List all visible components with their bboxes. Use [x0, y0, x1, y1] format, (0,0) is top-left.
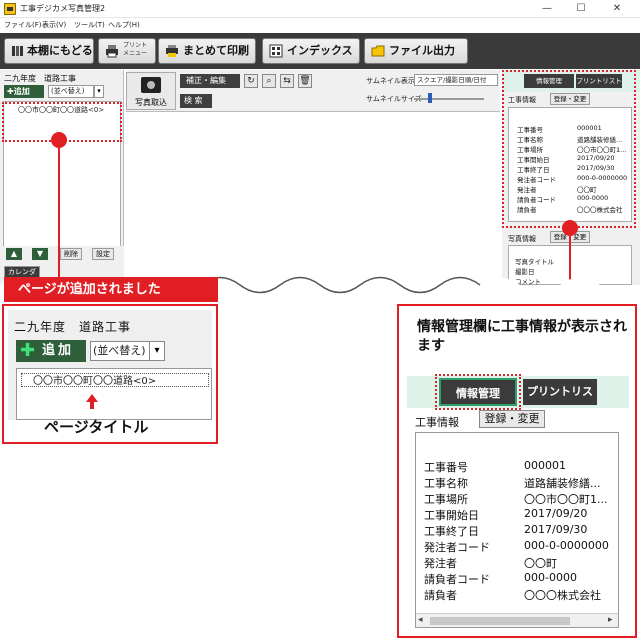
info-value: 〇〇町 [524, 557, 557, 570]
info-label: 発注者 [424, 557, 457, 570]
plus-icon: ✚ [20, 340, 36, 361]
page-title-caption: ページタイトル [44, 418, 149, 436]
info-label: 工事場所 [424, 493, 468, 506]
info-label: 工事終了日 [424, 525, 479, 538]
info-label: 工事番号 [424, 461, 468, 474]
info-label: 工事開始日 [424, 509, 479, 522]
info-value: 〇〇〇株式会社 [524, 589, 601, 602]
zoom-project-title: 二九年度 道路工事 [14, 320, 132, 334]
info-label: 発注者コード [424, 541, 490, 554]
chevron-down-icon[interactable]: ▾ [149, 341, 165, 361]
zoom-page-list[interactable]: 〇〇市〇〇町〇〇道路<0> [16, 368, 212, 420]
info-description: 情報管理欄に工事情報が表示されます [417, 319, 627, 354]
scroll-left-icon[interactable]: ◂ [418, 615, 423, 625]
info-value: 000-0-0000000 [524, 539, 609, 552]
zoom-register-change-button[interactable]: 登録・変更 [479, 410, 545, 428]
screenshot-root: 工事デジカメ写真管理2 — ☐ ✕ ファイル(F) 表示(V) ツール(T) ヘ… [0, 0, 640, 640]
zoom-page-list-item[interactable]: 〇〇市〇〇町〇〇道路<0> [33, 372, 156, 387]
zoom-sort-select[interactable]: (並べ替え) [90, 341, 150, 361]
zoom-add-button[interactable]: ✚ 追加 [16, 340, 86, 362]
info-panel-zoom: 情報管理欄に工事情報が表示されます 情報管理 プリントリスト 工事情報 登録・変… [397, 304, 637, 638]
info-label: 請負者 [424, 589, 457, 602]
info-value: 〇〇市〇〇町1... [524, 493, 608, 506]
horizontal-scrollbar[interactable]: ◂ ▸ [416, 613, 618, 627]
page-list-zoom: 二九年度 道路工事 ✚ 追加 (並べ替え) ▾ 〇〇市〇〇町〇〇道路<0> ペー… [2, 304, 218, 444]
zoom-tab-print-list[interactable]: プリントリスト [523, 379, 597, 424]
info-value: 2017/09/30 [524, 523, 588, 536]
info-value: 道路舗装修繕... [524, 477, 601, 490]
info-label: 請負者コード [424, 573, 490, 586]
info-value: 000-0000 [524, 571, 577, 584]
zoom-construction-info-heading: 工事情報 [415, 416, 459, 429]
info-label: 工事名称 [424, 477, 468, 490]
info-value: 2017/09/20 [524, 507, 588, 520]
info-value: 000001 [524, 459, 566, 472]
page-added-banner: ページが追加されました [4, 277, 218, 302]
zoom-construction-info-box: ◂ ▸ 工事番号 000001 工事名称 道路舗装修繕... 工事場所 〇〇市〇〇町1..… [415, 432, 619, 628]
zoom-tab-info-management[interactable]: 情報管理 [439, 378, 517, 406]
scroll-right-icon[interactable]: ▸ [608, 615, 613, 625]
